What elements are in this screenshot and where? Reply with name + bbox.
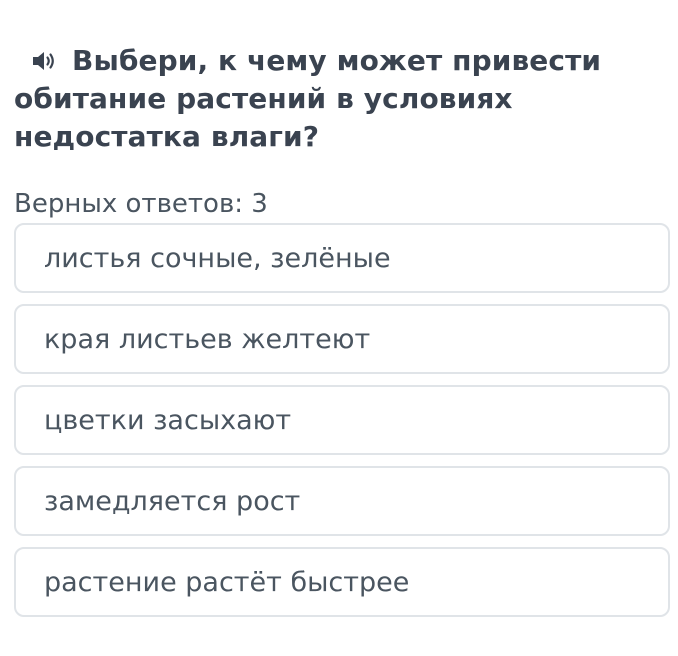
answer-option[interactable]: замедляется рост xyxy=(14,466,670,536)
answer-option-label: цветки засыхают xyxy=(44,404,292,436)
answer-option-label: замедляется рост xyxy=(44,485,301,517)
question-title: Выбери, к чему может привести обитание р… xyxy=(14,42,669,156)
answer-option[interactable]: цветки засыхают xyxy=(14,385,670,455)
answer-option-label: края листьев желтеют xyxy=(44,323,371,355)
answer-option-label: растение растёт быстрее xyxy=(44,566,410,598)
answer-option-label: листья сочные, зелёные xyxy=(44,242,391,274)
correct-answers-count: Верных ответов: 3 xyxy=(14,189,268,219)
answer-options: листья сочные, зелёные края листьев желт… xyxy=(14,223,670,628)
answer-option[interactable]: края листьев желтеют xyxy=(14,304,670,374)
answer-option[interactable]: листья сочные, зелёные xyxy=(14,223,670,293)
answer-option[interactable]: растение растёт быстрее xyxy=(14,547,670,617)
speaker-icon[interactable] xyxy=(32,44,58,70)
question-text: Выбери, к чему может привести обитание р… xyxy=(14,44,602,153)
